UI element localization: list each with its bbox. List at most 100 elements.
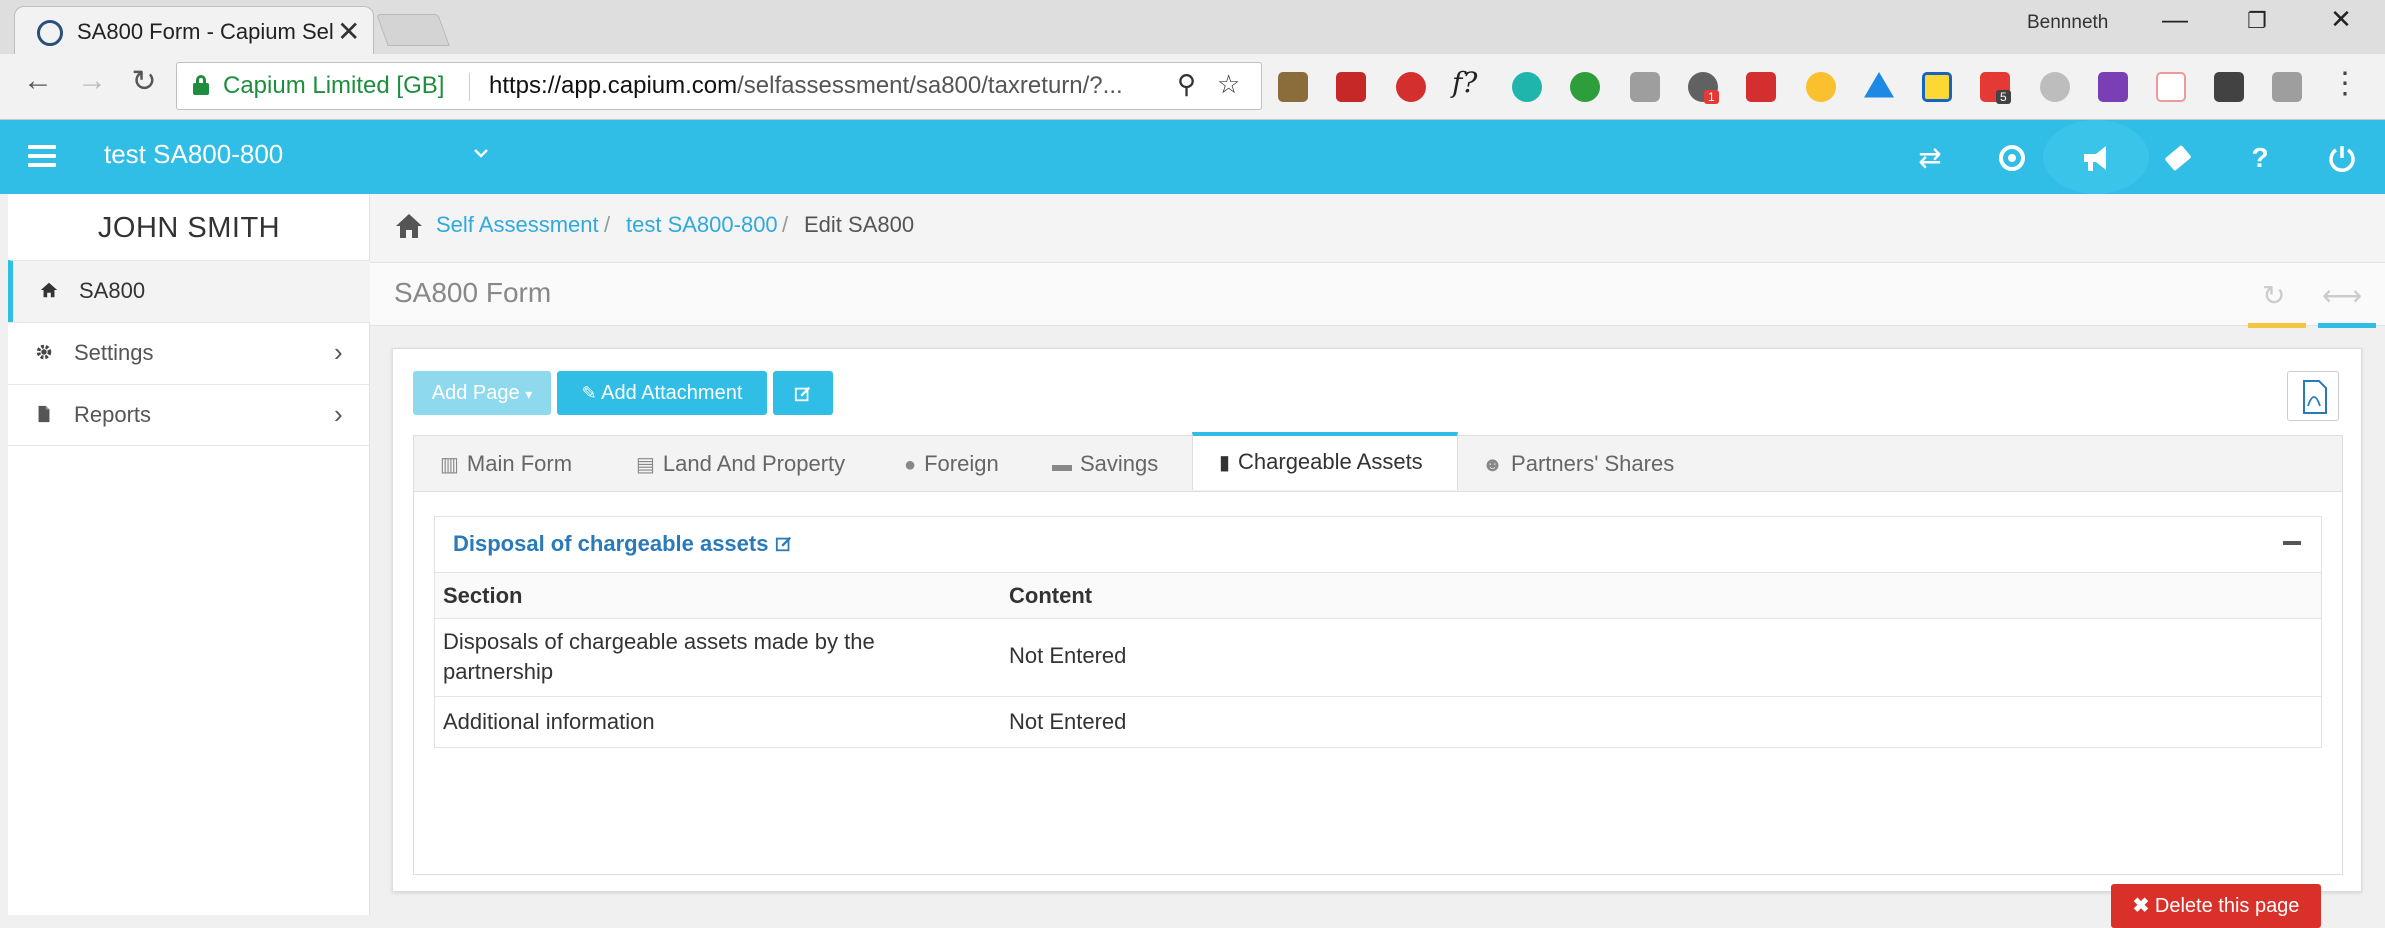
extension-stop-icon[interactable] — [1396, 72, 1426, 102]
extension-s-icon[interactable] — [2098, 72, 2128, 102]
zoom-icon[interactable]: ⚲ — [1177, 69, 1196, 100]
profile-name[interactable]: Bennneth — [2027, 12, 2108, 34]
ticket-icon[interactable] — [2158, 138, 2198, 178]
tab-label: Foreign — [924, 451, 999, 476]
forward-arrow-icon[interactable]: → — [70, 64, 114, 98]
restore-icon[interactable]: ❐ — [2232, 8, 2282, 34]
browser-tab[interactable]: SA800 Form - Capium Sel ✕ — [14, 6, 374, 54]
tab-label: Savings — [1080, 451, 1159, 476]
tab-label: Partners' Shares — [1511, 451, 1675, 476]
sidebar: JOHN SMITH SA800 Settings › Reports › — [8, 194, 370, 915]
edit-button[interactable] — [773, 371, 833, 415]
refresh-indicator — [2248, 323, 2306, 328]
breadcrumb-return[interactable]: test SA800-800 — [626, 212, 778, 238]
sidebar-item-sa800[interactable]: SA800 — [8, 260, 370, 322]
table-row: Disposals of chargeable assets made by t… — [435, 619, 2321, 697]
edit-icon — [775, 536, 791, 552]
new-tab-button[interactable] — [376, 14, 450, 46]
close-icon[interactable]: ✕ — [337, 15, 360, 48]
globe-icon: ● — [904, 454, 917, 476]
row-content: Not Entered — [1009, 709, 1127, 734]
lock-icon — [193, 75, 209, 95]
table-row: Additional information Not Entered — [435, 697, 2321, 747]
chevron-right-icon: › — [334, 399, 343, 429]
chevron-down-icon[interactable] — [472, 144, 490, 162]
url-text[interactable]: https://app.capium.com/selfassessment/sa… — [489, 72, 1123, 100]
breadcrumb-self-assessment[interactable]: Self Assessment — [436, 212, 599, 238]
extension-d-icon[interactable] — [1570, 72, 1600, 102]
help-icon[interactable]: ? — [2240, 138, 2280, 178]
browser-menu-icon[interactable]: ⋮ — [2330, 66, 2360, 101]
refresh-icon[interactable]: ↻ — [2262, 279, 2285, 312]
section-title-link[interactable]: Disposal of chargeable assets — [453, 531, 793, 557]
extension-checklist-icon[interactable] — [1922, 72, 1952, 102]
close-icon: ✖ — [2132, 895, 2150, 917]
form-tabs: ▥ Main Form ▤ Land And Property ● Foreign ▬… — [413, 432, 2343, 928]
expand-horizontal-icon[interactable]: ⟷ — [2322, 279, 2362, 312]
extension-bookmark-icon[interactable] — [1336, 72, 1366, 102]
app-title: test SA800-800 — [104, 139, 284, 169]
address-bar[interactable]: Capium Limited [GB] https://app.capium.c… — [176, 62, 1262, 110]
extension-mail-icon[interactable] — [2156, 72, 2186, 102]
minimize-icon[interactable]: — — [2150, 4, 2200, 35]
add-attachment-button[interactable]: ✎ Add Attachment — [557, 371, 767, 415]
bar-chart-icon: ▥ — [440, 454, 459, 476]
form-panel: Add Page ▾ ✎ Add Attachment ▥ Main Form ▤… — [392, 348, 2362, 928]
row-section: Disposals of chargeable assets made by t… — [443, 627, 875, 687]
extension-sun-icon[interactable] — [1806, 72, 1836, 102]
row-section-line: partnership — [443, 659, 554, 684]
breadcrumb-current: Edit SA800 — [804, 212, 915, 237]
extension-acrobat-icon[interactable] — [1746, 72, 1776, 102]
delete-page-button[interactable]: ✖ Delete this page — [2111, 884, 2321, 928]
window-close-icon[interactable]: ✕ — [2316, 4, 2366, 35]
section-panel: Disposal of chargeable assets Section Co… — [434, 516, 2322, 748]
table-header: Section Content — [435, 573, 2321, 619]
hamburger-menu-icon[interactable] — [28, 145, 56, 167]
pdf-icon — [2303, 380, 2327, 414]
extension-m-icon[interactable] — [1512, 72, 1542, 102]
extension-badge: 1 — [1704, 90, 1719, 104]
tab-partners-shares[interactable]: ☻ Partners' Shares — [1482, 436, 1674, 492]
megaphone-icon[interactable] — [2076, 138, 2116, 178]
expand-indicator — [2318, 323, 2376, 328]
extension-bulb-icon[interactable] — [2214, 72, 2244, 102]
paperclip-icon: ✎ — [581, 383, 597, 403]
add-page-button[interactable]: Add Page ▾ — [413, 371, 551, 415]
extension-dots-icon[interactable]: 5 — [1980, 72, 2011, 104]
tab-foreign[interactable]: ● Foreign — [904, 436, 999, 492]
tab-land-and-property[interactable]: ▤ Land And Property — [636, 436, 845, 492]
url-divider — [469, 73, 470, 101]
breadcrumb-separator: / — [782, 212, 789, 237]
browser-tabstrip: SA800 Form - Capium Sel ✕ Bennneth — ❐ ✕ — [0, 0, 2385, 54]
page-title: SA800 Form — [394, 277, 552, 308]
sidebar-item-settings[interactable]: Settings › — [8, 322, 370, 384]
sidebar-item-reports[interactable]: Reports › — [8, 384, 370, 446]
extension-spiral-icon[interactable]: 1 — [1688, 72, 1719, 104]
row-content: Not Entered — [1009, 643, 1127, 668]
chevron-down-icon: ▾ — [525, 386, 533, 402]
tab-savings[interactable]: ▬ Savings — [1052, 436, 1158, 492]
sidebar-item-label: Settings — [74, 340, 154, 365]
extension-shield-icon[interactable] — [2272, 72, 2302, 102]
switch-arrows-icon[interactable]: ⇄ — [1910, 138, 1950, 178]
pdf-export-button[interactable] — [2287, 371, 2339, 421]
extension-camera-icon[interactable] — [1630, 72, 1660, 102]
power-icon[interactable] — [2322, 138, 2362, 178]
back-arrow-icon[interactable]: ← — [16, 64, 60, 98]
tab-title: SA800 Form - Capium Sel — [77, 19, 334, 44]
bookmark-star-icon[interactable]: ☆ — [1217, 69, 1240, 100]
user-name: JOHN SMITH — [97, 212, 281, 244]
extension-book-icon[interactable] — [1278, 72, 1308, 102]
home-icon — [39, 280, 61, 302]
tab-chargeable-assets[interactable]: ▮ Chargeable Assets — [1192, 432, 1458, 490]
breadcrumb: Self Assessment / test SA800-800 / Edit … — [370, 194, 2385, 262]
tab-main-form[interactable]: ▥ Main Form — [440, 436, 572, 492]
collapse-icon[interactable] — [2283, 541, 2301, 545]
document-icon — [34, 404, 56, 426]
reload-icon[interactable]: ↻ — [122, 64, 166, 99]
home-icon[interactable] — [394, 212, 424, 240]
extension-fquestion-icon[interactable]: f? — [1452, 66, 1477, 99]
extension-circle-icon[interactable] — [2040, 72, 2070, 102]
form-header: SA800 Form ↻ ⟷ — [370, 262, 2385, 328]
capium-logo-icon[interactable] — [1992, 138, 2032, 178]
